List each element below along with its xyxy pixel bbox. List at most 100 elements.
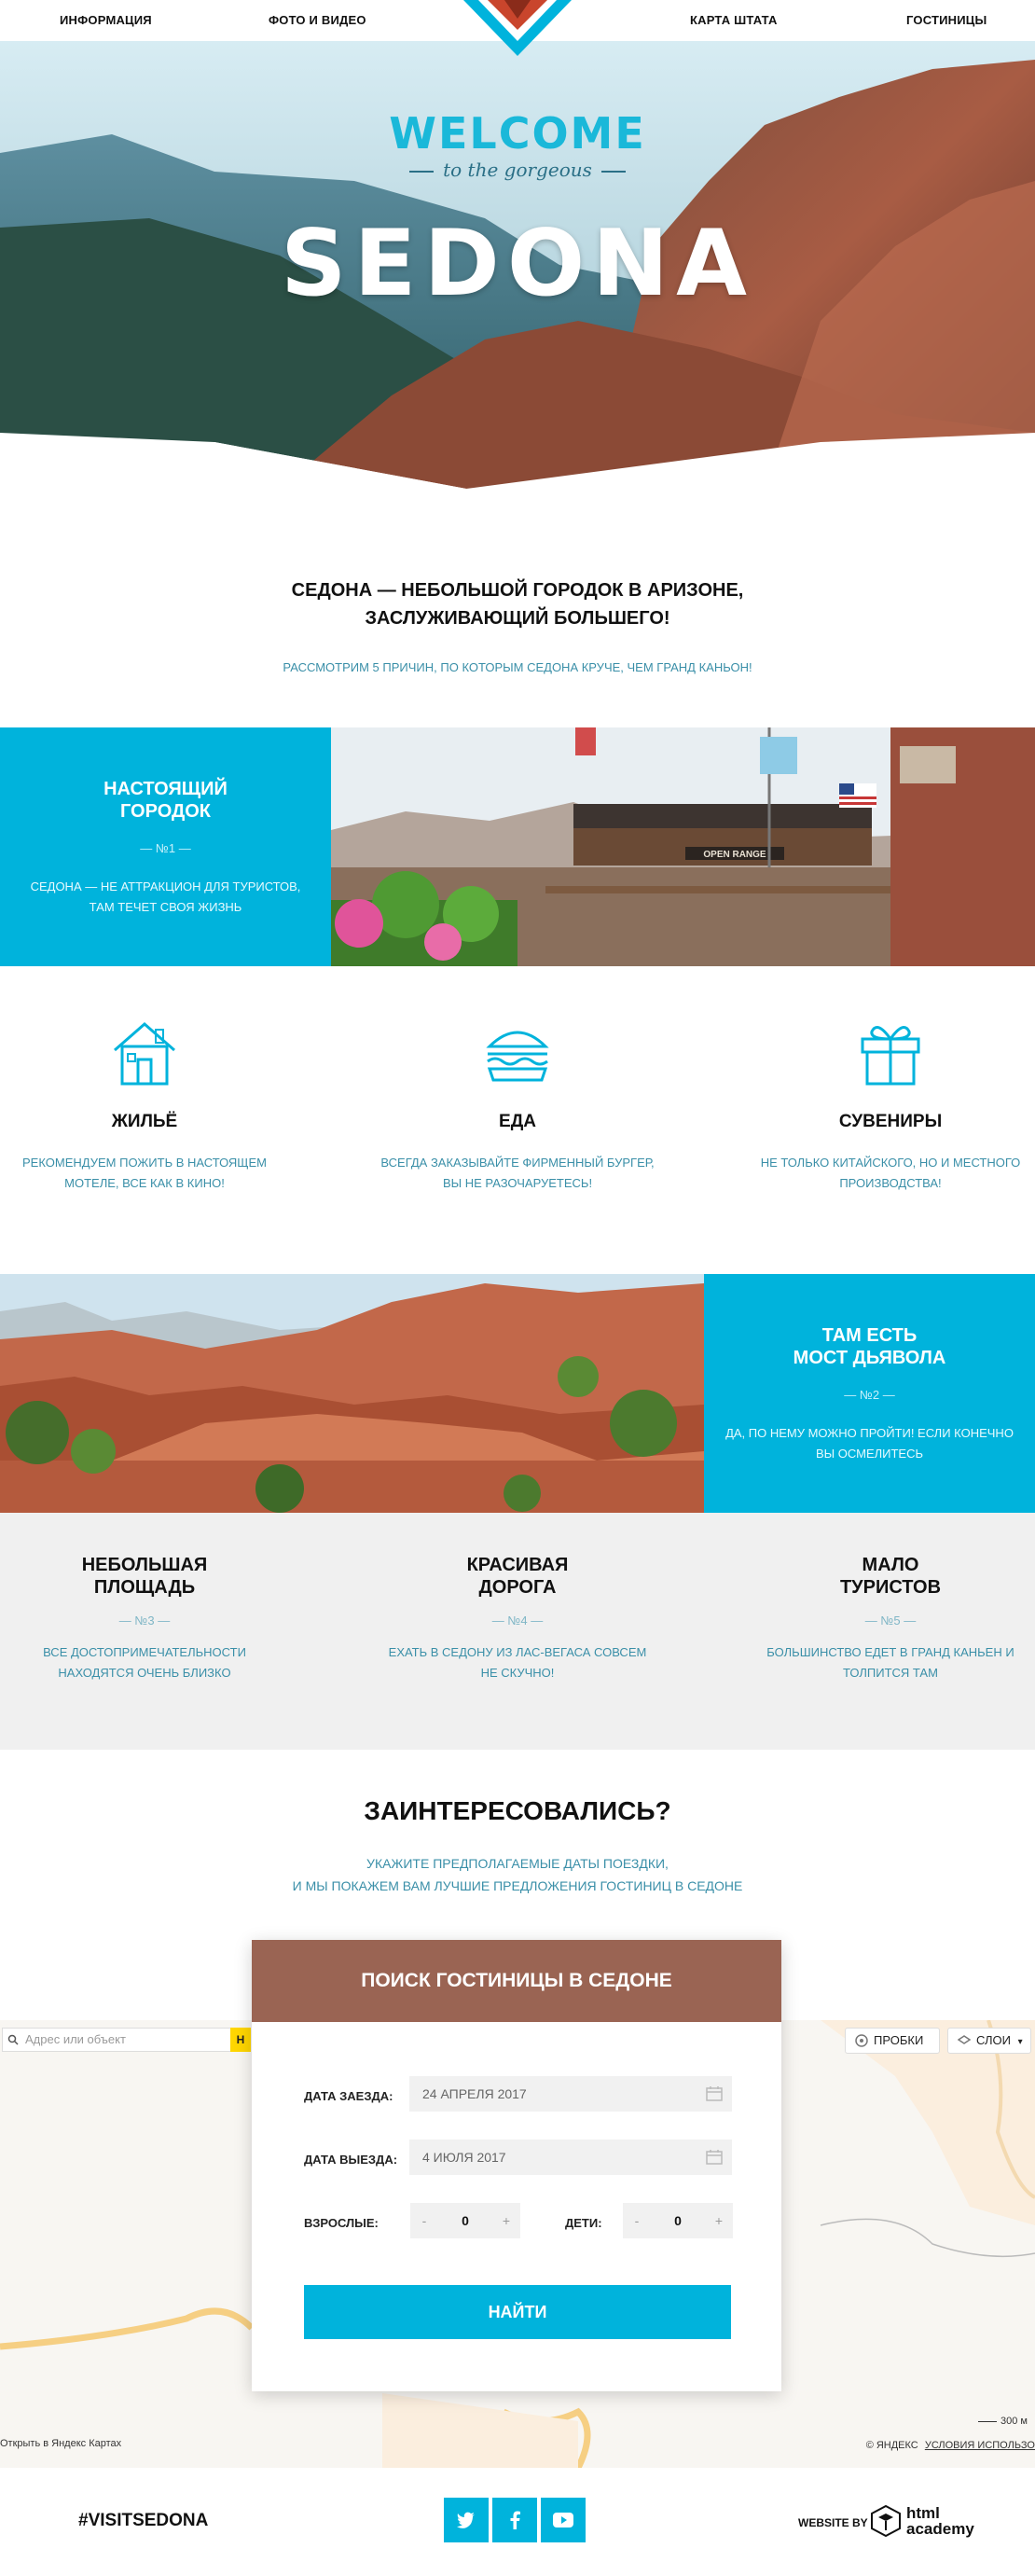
feature-row-2: ТАМ ЕСТЬ МОСТ ДЬЯВОЛА — №2 — ДА, ПО НЕМУ… <box>0 1274 1035 1513</box>
academy-line2: academy <box>906 2520 974 2538</box>
children-label: ДЕТИ: <box>565 2216 602 2230</box>
adults-stepper[interactable]: - 0 + <box>410 2203 520 2238</box>
map-traffic-label: ПРОБКИ <box>874 2033 924 2047</box>
reason-3-desc-line1: ВСЕ ДОСТОПРИМЕЧАТЕЛЬНОСТИ <box>43 1645 246 1659</box>
nav-link-state-map[interactable]: КАРТА ШТАТА <box>690 13 778 27</box>
twitter-icon[interactable] <box>444 2498 489 2542</box>
devils-bridge-image <box>0 1274 704 1513</box>
facebook-glyph <box>510 2511 520 2529</box>
html-academy-logo-icon[interactable] <box>871 2505 901 2537</box>
reason-5-title: МАЛО ТУРИСТОВ <box>751 1554 1030 1599</box>
children-value[interactable]: 0 <box>651 2203 705 2238</box>
feature-1-panel: НАСТОЯЩИЙ ГОРОДОК — №1 — СЕДОНА — НЕ АТТ… <box>0 727 331 966</box>
chevron-down-icon: ▾ <box>1017 2037 1023 2047</box>
children-plus-button[interactable]: + <box>705 2203 733 2238</box>
map-search-button[interactable]: Н <box>230 2028 251 2052</box>
scale-bar <box>978 2420 998 2422</box>
amenity-souvenirs: СУВЕНИРЫ НЕ ТОЛЬКО КИТАЙСКОГО, НО И МЕСТ… <box>751 1017 1030 1194</box>
map-search-input[interactable]: Адрес или объект <box>2 2028 246 2052</box>
reason-4-title: КРАСИВАЯ ДОРОГА <box>378 1554 657 1599</box>
checkout-date-field[interactable]: 4 ИЮЛЯ 2017 <box>409 2140 732 2175</box>
hero-city-name: SEDONA <box>280 211 755 317</box>
sedona-logo[interactable] <box>463 0 572 56</box>
adults-minus-button[interactable]: - <box>410 2203 438 2238</box>
reason-3-title-line1: НЕБОЛЬШАЯ <box>81 1555 208 1575</box>
hero-welcome-title: WELCOME <box>389 108 646 159</box>
house-icon <box>114 1022 175 1086</box>
amenity-food-desc: ВСЕГДА ЗАКАЗЫВАЙТЕ ФИРМЕННЫЙ БУРГЕР, ВЫ … <box>378 1153 657 1194</box>
reason-5-title-line2: ТУРИСТОВ <box>839 1577 942 1598</box>
amenity-food: ЕДА ВСЕГДА ЗАКАЗЫВАЙТЕ ФИРМЕННЫЙ БУРГЕР,… <box>378 1017 657 1194</box>
feature-2-title-line1: ТАМ ЕСТЬ <box>821 1325 918 1346</box>
reasons-section: НЕБОЛЬШАЯ ПЛОЩАДЬ — №3 — ВСЕ ДОСТОПРИМЕЧ… <box>0 1513 1035 1750</box>
amenity-housing-desc: РЕКОМЕНДУЕМ ПОЖИТЬ В НАСТОЯЩЕМ МОТЕЛЕ, В… <box>5 1153 284 1194</box>
open-range-sign: OPEN RANGE <box>703 850 766 860</box>
map-copyright: © ЯНДЕКС УСЛОВИЯ ИСПОЛЬЗО <box>866 2440 1035 2451</box>
amenity-housing-desc-line2: МОТЕЛЕ, ВСЕ КАК В КИНО! <box>64 1176 225 1190</box>
html-academy-logo-text[interactable]: html academy <box>906 2505 974 2537</box>
website-by-label: WEBSITE BY <box>798 2516 868 2529</box>
reason-5-desc: БОЛЬШИНСТВО ЕДЕТ В ГРАНД КАНЬЕН И ТОЛПИТ… <box>751 1642 1030 1683</box>
reason-3-desc: ВСЕ ДОСТОПРИМЕЧАТЕЛЬНОСТИ НАХОДЯТСЯ ОЧЕН… <box>5 1642 284 1683</box>
reason-3-title-line2: ПЛОЩАДЬ <box>93 1577 196 1598</box>
feature-2-panel: ТАМ ЕСТЬ МОСТ ДЬЯВОЛА — №2 — ДА, ПО НЕМУ… <box>704 1274 1035 1513</box>
facebook-icon[interactable] <box>492 2498 537 2542</box>
feature-1-desc-line2: ТАМ ТЕЧЕТ СВОЯ ЖИЗНЬ <box>89 900 242 914</box>
checkout-label: ДАТА ВЫЕЗДА: <box>304 2153 398 2167</box>
academy-line1: html <box>906 2504 940 2522</box>
hotel-search-title: ПОИСК ГОСТИНИЦЫ В СЕДОНЕ <box>252 1940 781 2022</box>
adults-label: ВЗРОСЛЫЕ: <box>304 2216 379 2230</box>
youtube-icon[interactable] <box>541 2498 586 2542</box>
amenity-souvenirs-desc-line1: НЕ ТОЛЬКО КИТАЙСКОГО, НО И МЕСТНОГО <box>760 1156 1021 1170</box>
reason-4-title-line1: КРАСИВАЯ <box>466 1555 569 1575</box>
feature-row-1: НАСТОЯЩИЙ ГОРОДОК — №1 — СЕДОНА — НЕ АТТ… <box>0 727 1035 966</box>
nav-link-photo-video[interactable]: ФОТО И ВИДЕО <box>269 13 366 27</box>
intro-heading: СЕДОНА — НЕБОЛЬШОЙ ГОРОДОК В АРИЗОНЕ, ЗА… <box>0 576 1035 632</box>
map-open-link[interactable]: Открыть в Яндекс Картах <box>0 2438 121 2449</box>
feature-1-desc: СЕДОНА — НЕ АТТРАКЦИОН ДЛЯ ТУРИСТОВ, ТАМ… <box>0 877 331 918</box>
feature-1-title-line1: НАСТОЯЩИЙ <box>104 779 228 799</box>
map-terms-link[interactable]: УСЛОВИЯ ИСПОЛЬЗО <box>925 2440 1035 2451</box>
footer-hashtag: #VISITSEDONA <box>78 2511 209 2530</box>
checkin-date-value: 24 АПРЕЛЯ 2017 <box>422 2086 527 2101</box>
feature-2-number: — №2 — <box>844 1388 895 1402</box>
reason-5-desc-line1: БОЛЬШИНСТВО ЕДЕТ В ГРАНД КАНЬЕН И <box>766 1645 1014 1659</box>
map-layers-button[interactable]: СЛОИ ▾ <box>947 2028 1031 2054</box>
checkin-date-field[interactable]: 24 АПРЕЛЯ 2017 <box>409 2076 732 2112</box>
hero-subtitle: to the gorgeous <box>0 159 1035 181</box>
children-stepper[interactable]: - 0 + <box>623 2203 733 2238</box>
calendar-icon[interactable] <box>706 2149 723 2165</box>
search-icon <box>7 2034 19 2045</box>
reason-3-title: НЕБОЛЬШАЯ ПЛОЩАДЬ <box>5 1554 284 1599</box>
hero-banner: WELCOME to the gorgeous SEDONA <box>0 41 1035 489</box>
town-street-image: OPEN RANGE <box>331 727 1035 966</box>
children-minus-button[interactable]: - <box>623 2203 651 2238</box>
town-photo: OPEN RANGE <box>331 727 1035 966</box>
intro-heading-line1: СЕДОНА — НЕБОЛЬШОЙ ГОРОДОК В АРИЗОНЕ, <box>291 580 744 601</box>
adults-value[interactable]: 0 <box>438 2203 492 2238</box>
burger-icon <box>486 1031 549 1082</box>
nav-link-info[interactable]: ИНФОРМАЦИЯ <box>60 13 152 27</box>
map-copyright-text: © ЯНДЕКС <box>865 2440 918 2451</box>
reason-4-number: — №4 — <box>491 1613 544 1627</box>
amenity-souvenirs-title: СУВЕНИРЫ <box>838 1112 943 1131</box>
amenity-souvenirs-desc-line2: ПРОИЗВОДСТВА! <box>839 1176 942 1190</box>
interested-heading: ЗАИНТЕРЕСОВАЛИСЬ? <box>364 1796 671 1825</box>
site-footer: #VISITSEDONA WEBSITE BY html academy <box>0 2468 1035 2576</box>
reason-3: НЕБОЛЬШАЯ ПЛОЩАДЬ — №3 — ВСЕ ДОСТОПРИМЕЧ… <box>5 1554 284 1683</box>
feature-2-title: ТАМ ЕСТЬ МОСТ ДЬЯВОЛА <box>704 1324 1035 1369</box>
feature-2-title-line2: МОСТ ДЬЯВОЛА <box>793 1348 946 1368</box>
hotel-search-form: ПОИСК ГОСТИНИЦЫ В СЕДОНЕ ДАТА ЗАЕЗДА: 24… <box>252 1940 781 2391</box>
find-button[interactable]: НАЙТИ <box>304 2285 731 2339</box>
amenity-housing-desc-line1: РЕКОМЕНДУЕМ ПОЖИТЬ В НАСТОЯЩЕМ <box>22 1156 267 1170</box>
reason-5: МАЛО ТУРИСТОВ — №5 — БОЛЬШИНСТВО ЕДЕТ В … <box>751 1554 1030 1683</box>
map-traffic-button[interactable]: ПРОБКИ <box>845 2028 940 2054</box>
calendar-icon[interactable] <box>706 2085 723 2101</box>
reason-5-title-line1: МАЛО <box>862 1555 919 1575</box>
map-scale-label: 300 м <box>1000 2416 1028 2427</box>
intro-subtitle: РАССМОТРИМ 5 ПРИЧИН, ПО КОТОРЫМ СЕДОНА К… <box>283 660 752 674</box>
layers-icon <box>958 2035 971 2044</box>
adults-plus-button[interactable]: + <box>492 2203 520 2238</box>
amenity-food-desc-line1: ВСЕГДА ЗАКАЗЫВАЙТЕ ФИРМЕННЫЙ БУРГЕР, <box>380 1156 655 1170</box>
nav-link-hotels[interactable]: ГОСТИНИЦЫ <box>906 13 987 27</box>
